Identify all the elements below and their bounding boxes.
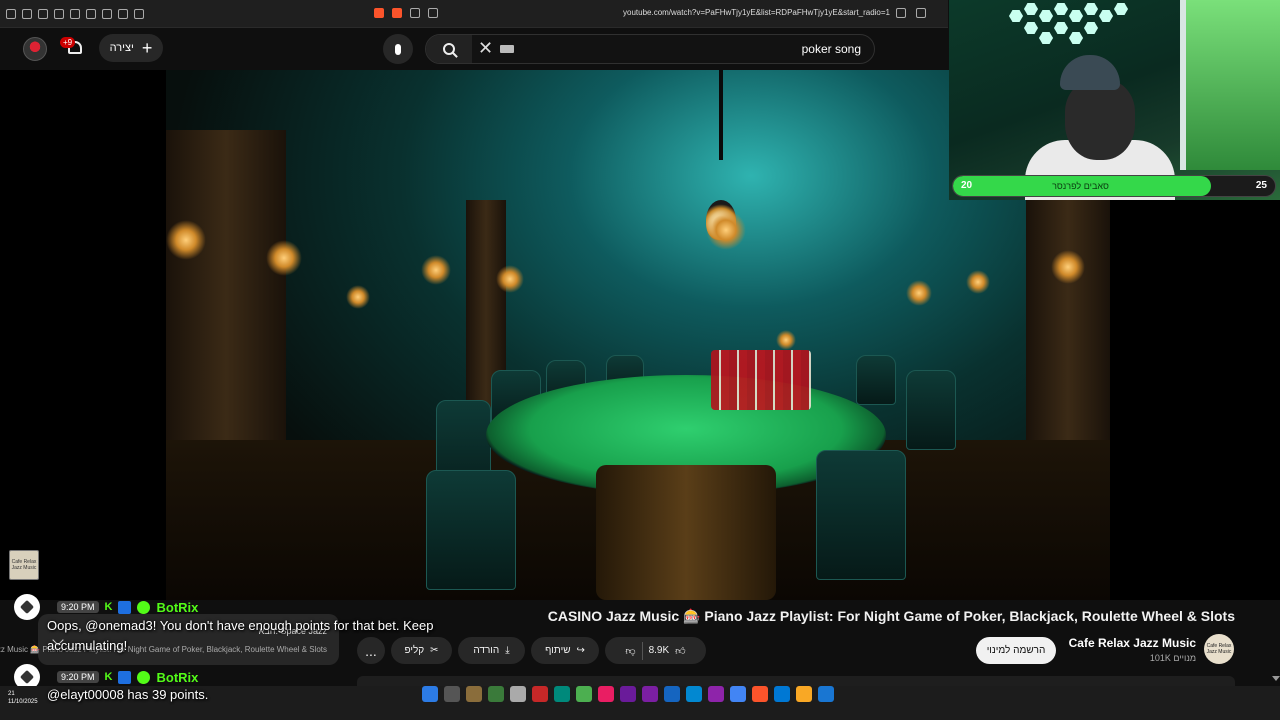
chat-message: Oops, @onemad3! You don't have enough po… xyxy=(47,618,434,653)
app-icon[interactable] xyxy=(686,686,702,702)
music-icon[interactable] xyxy=(86,8,96,19)
chat-username: BotRix xyxy=(156,599,199,615)
kick-icon: K xyxy=(104,601,113,613)
notification-badge: +9 xyxy=(60,37,76,48)
streamer xyxy=(1015,50,1175,200)
chat-time: 9:20 PM xyxy=(57,671,99,683)
description-box[interactable] xyxy=(357,676,1235,686)
share-button[interactable]: שיתוף ↪ xyxy=(531,637,599,664)
chrome-icon[interactable] xyxy=(730,686,746,702)
webcam-overlay xyxy=(949,0,1280,200)
channel-name[interactable]: Cafe Relax Jazz Music xyxy=(1069,636,1196,650)
brave-icon[interactable] xyxy=(752,686,768,702)
reading-list-icon[interactable] xyxy=(70,8,80,19)
download-button[interactable]: הורדה ⤓ xyxy=(458,637,525,664)
plus-icon: + xyxy=(141,38,153,58)
share-label: שיתוף xyxy=(545,645,571,656)
bookmark-icon[interactable] xyxy=(916,8,926,18)
window xyxy=(1180,0,1280,170)
game-icon[interactable] xyxy=(466,686,482,702)
download-icon: ⤓ xyxy=(505,645,510,656)
chat-message: @elayt00008 has 39 points. xyxy=(47,687,209,702)
account-avatar[interactable] xyxy=(23,37,47,61)
discord-icon[interactable] xyxy=(708,686,724,702)
like-count[interactable]: 8.9K xyxy=(649,645,670,656)
extensions-icon[interactable] xyxy=(38,8,48,19)
tab-icon[interactable] xyxy=(428,8,438,18)
app-icon[interactable] xyxy=(598,686,614,702)
microphone-icon xyxy=(395,43,401,55)
voice-search-button[interactable] xyxy=(383,34,413,64)
app-icon[interactable] xyxy=(444,686,460,702)
store-icon[interactable] xyxy=(818,686,834,702)
notifications-button[interactable]: +9 xyxy=(60,37,88,61)
verified-badge-icon xyxy=(137,600,151,614)
sub-goal-title: סאבים לפרנסר xyxy=(1052,181,1109,191)
brave-rewards-icon[interactable] xyxy=(374,8,384,18)
bot-badge-icon xyxy=(118,600,132,614)
download-label: הורדה xyxy=(473,645,500,656)
brave-shields-icon[interactable] xyxy=(392,8,402,18)
twitch-icon[interactable] xyxy=(642,686,658,702)
clock-date: 11/10/2025 xyxy=(8,699,38,705)
youtube-header: +9 יצירה + ✕ poker song xyxy=(0,28,948,70)
screenshot-icon[interactable] xyxy=(118,8,128,19)
channel-watermark[interactable]: Cafe Relax Jazz Music xyxy=(9,550,39,580)
premiere-icon[interactable] xyxy=(620,686,636,702)
telegram-icon[interactable] xyxy=(422,686,438,702)
thumbs-up-icon[interactable]: 👍︎ xyxy=(675,645,685,657)
translate-icon[interactable] xyxy=(896,8,906,18)
notes-icon[interactable] xyxy=(510,686,526,702)
bot-badge-icon xyxy=(118,670,132,684)
hex-lights xyxy=(999,0,1149,48)
search-icon xyxy=(443,43,455,55)
vscode-icon[interactable] xyxy=(554,686,570,702)
search-input[interactable]: poker song xyxy=(802,42,861,56)
app-icon[interactable] xyxy=(532,686,548,702)
chat-message-header: 9:20 PM K BotRix xyxy=(14,594,199,620)
like-dislike-group: 👎︎ 8.9K 👍︎ xyxy=(605,637,706,664)
sub-goal-target: 25 xyxy=(1255,180,1267,191)
photos-icon[interactable] xyxy=(664,686,680,702)
share-icon: ↪ xyxy=(576,645,585,656)
menu-icon[interactable] xyxy=(6,8,16,19)
clock-time: 21 xyxy=(8,691,15,697)
search-button[interactable] xyxy=(426,35,472,63)
search-lens-icon[interactable] xyxy=(410,8,420,18)
sub-goal-bar: 20 סאבים לפרנסר 25 xyxy=(952,175,1276,197)
video-title: CASINO Jazz Music 🎰 Piano Jazz Playlist:… xyxy=(547,608,1235,624)
screen: youtube.com/watch?v=PaFHwTjy1yE&list=RDP… xyxy=(0,0,1280,720)
create-button[interactable]: יצירה + xyxy=(99,34,163,62)
terminal-icon[interactable] xyxy=(488,686,504,702)
chat-time: 9:20 PM xyxy=(57,601,99,613)
browser-toolbar: youtube.com/watch?v=PaFHwTjy1yE&list=RDP… xyxy=(0,0,948,28)
poker-chips xyxy=(711,350,811,410)
chat-username: BotRix xyxy=(156,669,199,685)
search-box[interactable]: ✕ poker song xyxy=(425,34,875,64)
sidebar-icon[interactable] xyxy=(54,8,64,19)
scroll-down-icon[interactable] xyxy=(1272,676,1280,681)
create-label: יצירה xyxy=(109,42,134,54)
subscribe-button[interactable]: הרשמה למינוי xyxy=(976,637,1056,664)
app-icon[interactable] xyxy=(576,686,592,702)
kick-icon: K xyxy=(104,671,113,683)
channel-subscribers: 101K מנויים xyxy=(1149,653,1196,663)
edge-icon[interactable] xyxy=(774,686,790,702)
download-icon[interactable] xyxy=(102,8,112,19)
thumbs-down-icon[interactable]: 👎︎ xyxy=(625,645,635,657)
chat-avatar xyxy=(14,594,40,620)
location-icon[interactable] xyxy=(22,8,32,19)
channel-avatar[interactable]: Cafe Relax Jazz Music xyxy=(1204,634,1234,664)
verified-badge-icon xyxy=(137,670,151,684)
clear-search-icon[interactable]: ✕ xyxy=(478,38,493,59)
address-bar[interactable]: youtube.com/watch?v=PaFHwTjy1yE&list=RDP… xyxy=(560,8,890,17)
keyboard-icon[interactable] xyxy=(500,45,514,53)
chat-icon[interactable] xyxy=(134,8,144,19)
taskbar-clock[interactable]: 21 11/10/2025 xyxy=(8,690,38,706)
folder-icon[interactable] xyxy=(796,686,812,702)
